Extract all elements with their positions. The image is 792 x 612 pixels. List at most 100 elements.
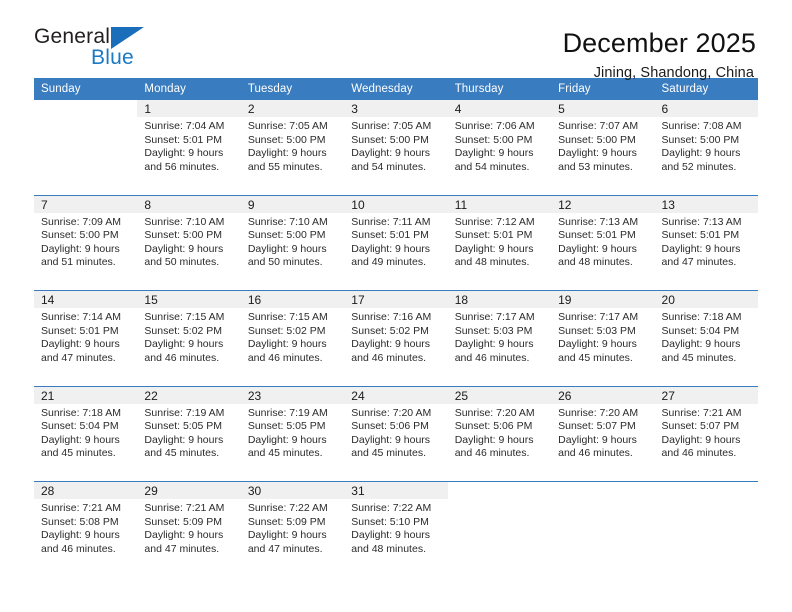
- sunrise-time: Sunrise: 7:10 AM: [144, 215, 225, 228]
- calendar-header-row: Sunday Monday Tuesday Wednesday Thursday Frid…: [34, 78, 758, 100]
- day-cell[interactable]: 1 Sunrise: 7:04 AM Sunset: 5:01 PM Daylight…: [137, 100, 241, 188]
- daylight-duration-line1: Daylight: 9 hours: [247, 242, 327, 255]
- week-spacer-cell: [34, 379, 758, 386]
- day-cell[interactable]: 10 Sunrise: 7:11 AM Sunset: 5:01 PM Dayligh…: [344, 194, 448, 284]
- daylight-duration-line1: Daylight: 9 hours: [558, 147, 637, 160]
- weekday-header-tuesday: Tuesday: [240, 78, 345, 100]
- day-number: 8: [137, 195, 241, 213]
- day-details: Sunrise: 7:15 AM Sunset: 5:02 PM Daylight:…: [137, 308, 240, 365]
- day-cell-inner: 27 Sunrise: 7:21 AM Sunset: 5:07 PM Dayligh…: [654, 386, 758, 475]
- daylight-duration-line1: Daylight: 9 hours: [144, 242, 224, 255]
- general-blue-logo[interactable]: General Blue: [34, 26, 154, 78]
- sunrise-sunset-calendar: Sunday Monday Tuesday Wednesday Thursday Frid…: [34, 78, 758, 570]
- day-cell[interactable]: 27 Sunrise: 7:21 AM Sunset: 5:07 PM Dayligh…: [654, 385, 758, 475]
- sunrise-time: Sunrise: 7:13 AM: [661, 215, 742, 228]
- sunrise-time: Sunrise: 7:15 AM: [144, 311, 225, 323]
- day-cell[interactable]: 25 Sunrise: 7:20 AM Sunset: 5:06 PM Dayligh…: [447, 385, 552, 475]
- sunset-time: Sunset: 5:00 PM: [144, 229, 223, 242]
- day-cell[interactable]: 13 Sunrise: 7:13 AM Sunset: 5:01 PM Dayligh…: [654, 194, 758, 284]
- day-details: Sunrise: 7:06 AM Sunset: 5:00 PM Daylight:…: [448, 117, 551, 174]
- day-cell[interactable]: 8 Sunrise: 7:10 AM Sunset: 5:00 PM Daylight…: [137, 194, 241, 284]
- day-cell-inner: 19 Sunrise: 7:17 AM Sunset: 5:03 PM Dayligh…: [551, 291, 655, 379]
- daylight-duration-line2: and 46 minutes.: [661, 447, 737, 460]
- daylight-duration-line1: Daylight: 9 hours: [454, 338, 534, 351]
- daylight-duration-line2: and 46 minutes.: [558, 447, 633, 460]
- day-cell-empty: [34, 100, 137, 188]
- day-cell[interactable]: 30 Sunrise: 7:22 AM Sunset: 5:09 PM Dayligh…: [240, 481, 345, 570]
- title-block: December 2025 Jining, Shandong, China: [563, 26, 756, 81]
- day-cell[interactable]: 12 Sunrise: 7:13 AM Sunset: 5:01 PM Dayligh…: [551, 194, 655, 284]
- day-cell[interactable]: 18 Sunrise: 7:17 AM Sunset: 5:03 PM Dayligh…: [447, 290, 552, 379]
- day-details: Sunrise: 7:10 AM Sunset: 5:00 PM Daylight:…: [137, 213, 240, 270]
- day-number: 7: [34, 195, 138, 213]
- day-cell[interactable]: 3 Sunrise: 7:05 AM Sunset: 5:00 PM Daylight…: [344, 100, 448, 188]
- day-number: 29: [137, 482, 241, 499]
- day-cell[interactable]: 11 Sunrise: 7:12 AM Sunset: 5:01 PM Dayligh…: [447, 194, 552, 284]
- daylight-duration-line2: and 47 minutes.: [661, 256, 737, 269]
- day-cell-inner: [551, 482, 654, 570]
- week-spacer-cell: [34, 283, 758, 291]
- day-cell[interactable]: 24 Sunrise: 7:20 AM Sunset: 5:06 PM Dayligh…: [344, 385, 448, 475]
- day-details: Sunrise: 7:21 AM Sunset: 5:09 PM Daylight:…: [137, 499, 240, 556]
- day-number: 22: [137, 386, 241, 404]
- day-cell[interactable]: 4 Sunrise: 7:06 AM Sunset: 5:00 PM Daylight…: [447, 100, 552, 188]
- day-cell[interactable]: 9 Sunrise: 7:10 AM Sunset: 5:00 PM Daylight…: [240, 194, 345, 284]
- daylight-duration-line1: Daylight: 9 hours: [661, 242, 741, 255]
- day-cell[interactable]: 19 Sunrise: 7:17 AM Sunset: 5:03 PM Dayligh…: [551, 290, 655, 379]
- daylight-duration-line2: and 48 minutes.: [558, 256, 633, 269]
- page-header: General Blue December 2025 Jining, Shand…: [0, 0, 792, 81]
- day-cell-inner: 25 Sunrise: 7:20 AM Sunset: 5:06 PM Dayligh…: [447, 386, 552, 475]
- day-cell-inner: [34, 100, 137, 188]
- day-details: Sunrise: 7:18 AM Sunset: 5:04 PM Daylight:…: [655, 308, 758, 365]
- day-cell[interactable]: 26 Sunrise: 7:20 AM Sunset: 5:07 PM Dayligh…: [551, 385, 655, 475]
- day-cell-inner: 16 Sunrise: 7:15 AM Sunset: 5:02 PM Dayligh…: [240, 291, 345, 379]
- day-details: Sunrise: 7:07 AM Sunset: 5:00 PM Daylight:…: [551, 117, 654, 174]
- sunrise-time: Sunrise: 7:05 AM: [247, 120, 328, 132]
- calendar-week-row: 7 Sunrise: 7:09 AM Sunset: 5:00 PM Daylight…: [34, 194, 758, 284]
- daylight-duration-line2: and 45 minutes.: [41, 447, 116, 460]
- sunrise-time: Sunrise: 7:22 AM: [351, 502, 432, 514]
- day-cell[interactable]: 16 Sunrise: 7:15 AM Sunset: 5:02 PM Dayligh…: [240, 290, 345, 379]
- day-number: 5: [551, 100, 655, 117]
- day-cell[interactable]: 6 Sunrise: 7:08 AM Sunset: 5:00 PM Daylight…: [654, 100, 758, 188]
- day-cell[interactable]: 22 Sunrise: 7:19 AM Sunset: 5:05 PM Dayligh…: [137, 385, 241, 475]
- day-cell[interactable]: 2 Sunrise: 7:05 AM Sunset: 5:00 PM Daylight…: [240, 100, 345, 188]
- day-details: Sunrise: 7:05 AM Sunset: 5:00 PM Daylight:…: [344, 117, 447, 174]
- day-cell[interactable]: 14 Sunrise: 7:14 AM Sunset: 5:01 PM Dayligh…: [34, 290, 138, 379]
- day-details: Sunrise: 7:17 AM Sunset: 5:03 PM Daylight:…: [551, 308, 654, 365]
- day-cell[interactable]: 29 Sunrise: 7:21 AM Sunset: 5:09 PM Dayligh…: [137, 481, 241, 570]
- day-cell[interactable]: 7 Sunrise: 7:09 AM Sunset: 5:00 PM Daylight…: [34, 194, 138, 284]
- sunrise-time: Sunrise: 7:17 AM: [558, 311, 639, 323]
- day-cell-inner: 26 Sunrise: 7:20 AM Sunset: 5:07 PM Dayligh…: [551, 386, 655, 475]
- sunrise-time: Sunrise: 7:19 AM: [247, 406, 328, 419]
- day-cell[interactable]: 20 Sunrise: 7:18 AM Sunset: 5:04 PM Dayligh…: [654, 290, 758, 379]
- day-cell[interactable]: 17 Sunrise: 7:16 AM Sunset: 5:02 PM Dayligh…: [344, 290, 448, 379]
- sunrise-time: Sunrise: 7:10 AM: [247, 215, 328, 228]
- sunrise-time: Sunrise: 7:20 AM: [351, 406, 432, 419]
- day-number: 20: [654, 291, 758, 308]
- day-cell[interactable]: 5 Sunrise: 7:07 AM Sunset: 5:00 PM Daylight…: [551, 100, 655, 188]
- sunset-time: Sunset: 5:01 PM: [454, 229, 533, 242]
- day-cell[interactable]: 15 Sunrise: 7:15 AM Sunset: 5:02 PM Dayligh…: [137, 290, 241, 379]
- day-cell[interactable]: 28 Sunrise: 7:21 AM Sunset: 5:08 PM Dayligh…: [34, 481, 138, 570]
- day-cell-inner: 28 Sunrise: 7:21 AM Sunset: 5:08 PM Dayligh…: [34, 482, 138, 570]
- day-number: 25: [447, 386, 552, 404]
- sunset-time: Sunset: 5:01 PM: [558, 229, 636, 242]
- daylight-duration-line2: and 54 minutes.: [454, 160, 530, 173]
- daylight-duration-line2: and 46 minutes.: [454, 351, 530, 364]
- sunset-time: Sunset: 5:00 PM: [41, 229, 119, 242]
- calendar-body: 1 Sunrise: 7:04 AM Sunset: 5:01 PM Daylight…: [34, 100, 758, 570]
- daylight-duration-line2: and 46 minutes.: [454, 447, 530, 460]
- sunrise-time: Sunrise: 7:06 AM: [454, 120, 535, 132]
- day-cell-inner: 13 Sunrise: 7:13 AM Sunset: 5:01 PM Dayligh…: [654, 195, 758, 284]
- day-cell[interactable]: 21 Sunrise: 7:18 AM Sunset: 5:04 PM Dayligh…: [34, 385, 138, 475]
- day-cell[interactable]: 23 Sunrise: 7:19 AM Sunset: 5:05 PM Dayligh…: [240, 385, 345, 475]
- day-cell[interactable]: 31 Sunrise: 7:22 AM Sunset: 5:10 PM Dayligh…: [344, 481, 448, 570]
- sunrise-time: Sunrise: 7:20 AM: [454, 406, 535, 419]
- day-number: 27: [654, 386, 758, 404]
- day-number: 17: [344, 291, 448, 308]
- day-number: 9: [240, 195, 345, 213]
- day-cell-inner: 17 Sunrise: 7:16 AM Sunset: 5:02 PM Dayligh…: [344, 291, 448, 379]
- sunrise-time: Sunrise: 7:16 AM: [351, 311, 432, 323]
- day-cell-empty: [551, 481, 655, 570]
